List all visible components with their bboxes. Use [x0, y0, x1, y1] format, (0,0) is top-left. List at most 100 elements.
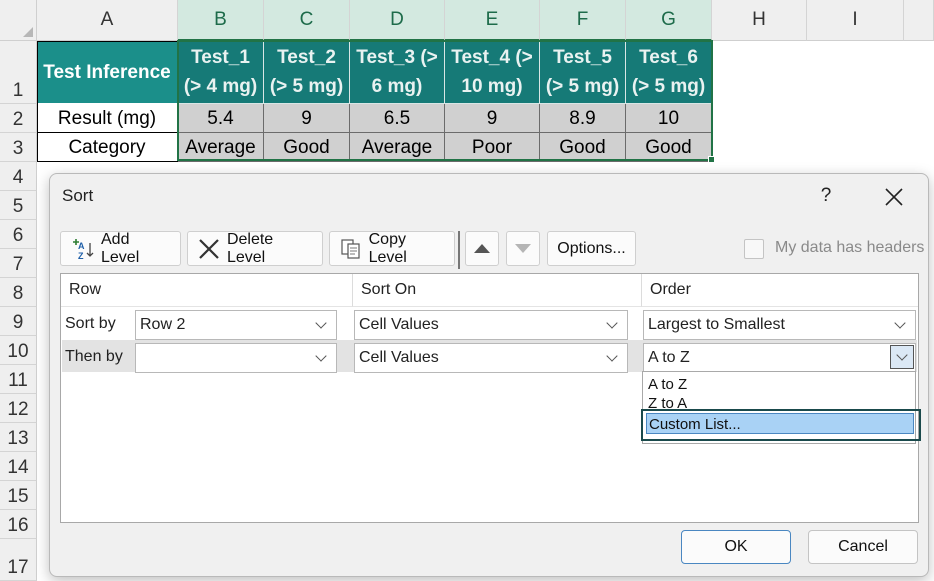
row-header-6[interactable]: 6	[0, 220, 37, 249]
cell-b1[interactable]: Test_1 (> 4 mg)	[178, 41, 264, 104]
cell-d3[interactable]: Average	[350, 133, 445, 162]
test-header-line1: Test_1	[191, 47, 250, 68]
row-header-16[interactable]: 16	[0, 510, 37, 539]
column-header-g[interactable]: G	[626, 0, 712, 41]
column-header-e[interactable]: E	[445, 0, 540, 41]
row-header-10[interactable]: 10	[0, 336, 37, 365]
column-header-j[interactable]	[904, 0, 934, 41]
my-data-has-headers-checkbox[interactable]	[744, 239, 764, 259]
add-level-icon: A Z	[71, 238, 95, 260]
row-header-17[interactable]: 17	[0, 539, 37, 581]
row-header-5[interactable]: 5	[0, 191, 37, 220]
column-header-b[interactable]: B	[178, 0, 264, 41]
cell-c3[interactable]: Good	[264, 133, 350, 162]
fill-handle[interactable]	[708, 156, 715, 163]
test-header-line1: Test_3 (>	[356, 47, 438, 68]
cell-a1[interactable]: Test Inference	[37, 41, 178, 104]
column-header-a[interactable]: A	[37, 0, 178, 41]
copy-level-button[interactable]: Copy Level	[329, 231, 455, 266]
column-header-f[interactable]: F	[540, 0, 626, 41]
column-header-i[interactable]: I	[807, 0, 904, 41]
cell-f1[interactable]: Test_5 (> 5 mg)	[540, 41, 626, 104]
cell-d2[interactable]: 6.5	[350, 104, 445, 133]
row-header-2[interactable]: 2	[0, 104, 37, 133]
row-header-4[interactable]: 4	[0, 162, 37, 191]
sort-by-order-value: Largest to Smallest	[648, 316, 785, 333]
column-heading-sort-on: Sort On	[353, 274, 642, 307]
cell-c2[interactable]: 9	[264, 104, 350, 133]
cell-b3[interactable]: Average	[178, 133, 264, 162]
column-header-h[interactable]: H	[712, 0, 807, 41]
sort-by-label: Sort by	[65, 315, 116, 332]
chevron-down-icon[interactable]	[890, 345, 914, 369]
column-heading-row: Row	[61, 274, 353, 307]
cell-a3[interactable]: Category	[37, 133, 178, 162]
then-by-order-select[interactable]: A to Z	[643, 343, 916, 373]
ok-button[interactable]: OK	[681, 530, 791, 564]
row-header-1[interactable]: 1	[0, 41, 37, 104]
close-button[interactable]	[876, 182, 912, 212]
row-header-9[interactable]: 9	[0, 307, 37, 336]
cell-g1[interactable]: Test_6 (> 5 mg)	[626, 41, 712, 104]
test-header-line1: Test_2	[277, 47, 336, 68]
sort-dialog: Sort ? A Z Add Level Delete Level Copy L…	[49, 173, 929, 577]
sort-by-row-select[interactable]: Row 2	[135, 310, 337, 340]
cell-c1[interactable]: Test_2 (> 5 mg)	[264, 41, 350, 104]
options-button[interactable]: Options...	[547, 231, 636, 266]
add-level-button[interactable]: A Z Add Level	[60, 231, 181, 266]
then-by-order-value: A to Z	[648, 349, 690, 366]
sort-by-order-select[interactable]: Largest to Smallest	[643, 310, 916, 340]
test-header-line2: 6 mg)	[371, 76, 423, 97]
row-header-3[interactable]: 3	[0, 133, 37, 162]
cell-g2[interactable]: 10	[626, 104, 712, 133]
cell-a2[interactable]: Result (mg)	[37, 104, 178, 133]
row-header-11[interactable]: 11	[0, 365, 37, 394]
order-option-custom-list[interactable]: Custom List...	[646, 413, 914, 434]
cell-g3[interactable]: Good	[626, 133, 712, 162]
row-header-13[interactable]: 13	[0, 423, 37, 452]
cell-e3[interactable]: Poor	[445, 133, 540, 162]
test-header-line2: (> 5 mg)	[631, 76, 706, 97]
then-by-sort-on-select[interactable]: Cell Values	[354, 343, 628, 373]
copy-icon	[340, 238, 363, 260]
close-icon	[885, 188, 903, 206]
cell-f2[interactable]: 8.9	[540, 104, 626, 133]
add-level-label: Add Level	[101, 230, 140, 266]
order-dropdown-list: A to Z Z to A Custom List...	[642, 371, 916, 444]
select-all-corner[interactable]	[0, 0, 37, 41]
column-header-c[interactable]: C	[264, 0, 350, 41]
help-button[interactable]: ?	[814, 182, 838, 210]
row-header-12[interactable]: 12	[0, 394, 37, 423]
order-option-a-to-z[interactable]: A to Z	[646, 374, 914, 395]
cell-b2[interactable]: 5.4	[178, 104, 264, 133]
copy-level-label: Copy Level	[368, 230, 407, 266]
cell-e1[interactable]: Test_4 (> 10 mg)	[445, 41, 540, 104]
cell-d1[interactable]: Test_3 (> 6 mg)	[350, 41, 445, 104]
svg-text:Z: Z	[78, 251, 84, 260]
delete-level-label: Delete Level	[226, 230, 274, 266]
then-by-row-select[interactable]	[135, 343, 337, 373]
move-up-icon	[474, 244, 490, 253]
test-header-line2: (> 5 mg)	[545, 76, 620, 97]
test-inference-label: Test Inference	[43, 61, 171, 83]
test-header-line1: Test_4 (>	[451, 47, 533, 68]
row-header-8[interactable]: 8	[0, 278, 37, 307]
test-header-line1: Test_6	[639, 47, 698, 68]
sort-by-sort-on-select[interactable]: Cell Values	[354, 310, 628, 340]
cancel-button[interactable]: Cancel	[808, 530, 918, 564]
move-down-button[interactable]	[506, 231, 540, 266]
sort-by-row-value: Row 2	[140, 316, 186, 333]
delete-level-button[interactable]: Delete Level	[187, 231, 323, 266]
cell-f3[interactable]: Good	[540, 133, 626, 162]
row-header-14[interactable]: 14	[0, 452, 37, 481]
dialog-title: Sort	[62, 186, 94, 205]
order-option-z-to-a[interactable]: Z to A	[646, 393, 914, 409]
cell-e2[interactable]: 9	[445, 104, 540, 133]
chevron-down-icon	[600, 346, 624, 370]
column-header-d[interactable]: D	[350, 0, 445, 41]
row-header-7[interactable]: 7	[0, 249, 37, 278]
move-up-button[interactable]	[465, 231, 499, 266]
row-header-15[interactable]: 15	[0, 481, 37, 510]
my-data-has-headers-label: My data has headers	[775, 239, 925, 256]
then-by-label: Then by	[65, 348, 123, 365]
